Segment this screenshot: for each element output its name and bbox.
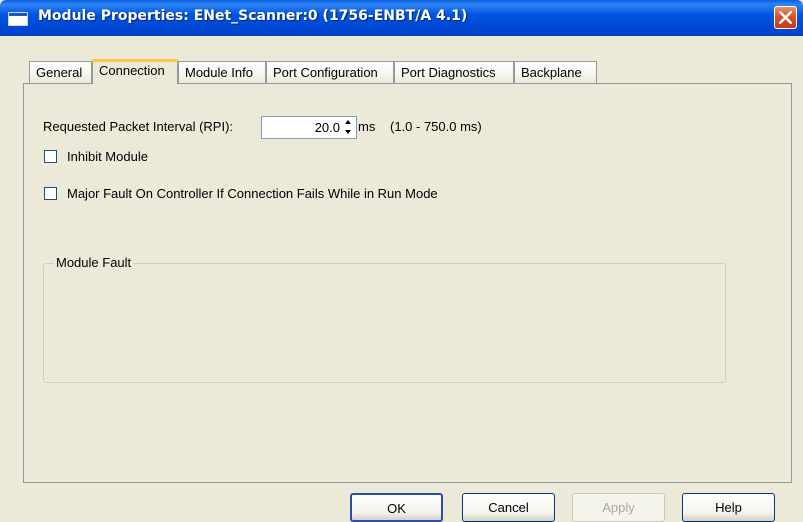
tab-port-configuration[interactable]: Port Configuration — [266, 61, 394, 83]
spin-down-icon[interactable] — [341, 128, 355, 137]
spin-up-icon[interactable] — [341, 118, 355, 127]
inhibit-module-checkbox[interactable] — [44, 150, 57, 163]
major-fault-label[interactable]: Major Fault On Controller If Connection … — [67, 186, 438, 201]
help-button[interactable]: Help — [682, 493, 775, 522]
rpi-label: Requested Packet Interval (RPI): — [43, 119, 234, 134]
tab-connection[interactable]: Connection — [92, 59, 178, 84]
close-icon — [779, 11, 792, 24]
major-fault-checkbox[interactable] — [44, 187, 57, 200]
apply-button[interactable]: Apply — [572, 493, 665, 522]
rpi-input[interactable]: 20.0 — [261, 116, 357, 139]
tab-general[interactable]: General — [29, 61, 92, 83]
rpi-unit: ms — [358, 119, 376, 134]
rpi-range: (1.0 - 750.0 ms) — [390, 119, 482, 134]
ok-button[interactable]: OK — [350, 493, 443, 522]
inhibit-module-label[interactable]: Inhibit Module — [67, 149, 148, 164]
cancel-button[interactable]: Cancel — [462, 493, 555, 522]
module-fault-title: Module Fault — [54, 255, 134, 270]
rpi-spinner[interactable] — [341, 118, 355, 137]
tab-port-diagnostics[interactable]: Port Diagnostics — [394, 61, 514, 83]
module-fault-group — [43, 263, 726, 383]
tab-module-info[interactable]: Module Info — [178, 61, 266, 83]
window-title: Module Properties: ENet_Scanner:0 (1756-… — [38, 8, 468, 24]
tab-backplane[interactable]: Backplane — [514, 61, 597, 83]
rpi-value: 20.0 — [314, 120, 340, 135]
title-bar[interactable]: Module Properties: ENet_Scanner:0 (1756-… — [0, 0, 803, 36]
close-button[interactable] — [774, 6, 797, 29]
window-icon — [8, 12, 28, 26]
module-properties-dialog: Module Properties: ENet_Scanner:0 (1756-… — [0, 0, 803, 522]
